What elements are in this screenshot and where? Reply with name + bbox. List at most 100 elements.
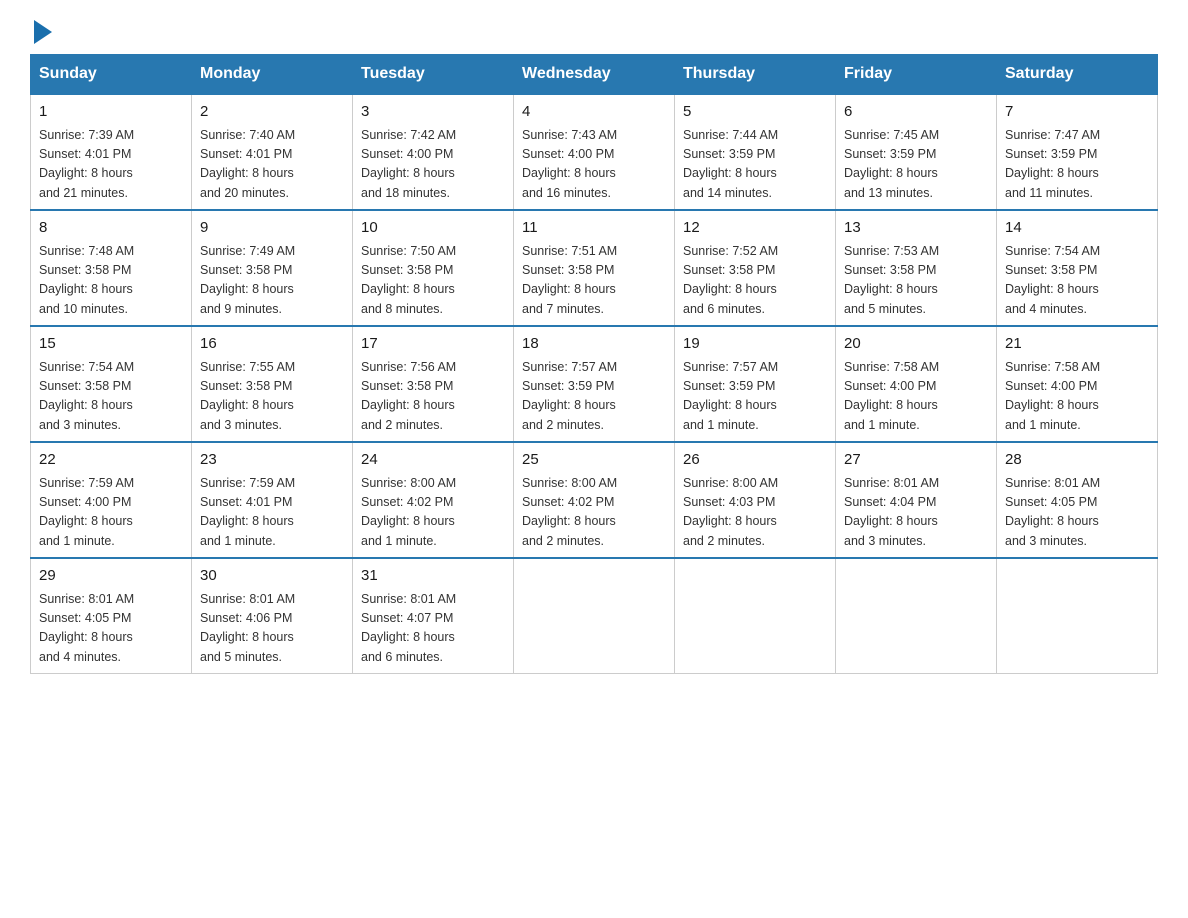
- day-cell: 1 Sunrise: 7:39 AMSunset: 4:01 PMDaylight…: [31, 94, 192, 210]
- day-number: 17: [361, 333, 505, 356]
- day-number: 25: [522, 449, 666, 472]
- day-cell: 2 Sunrise: 7:40 AMSunset: 4:01 PMDaylight…: [192, 94, 353, 210]
- day-info: Sunrise: 7:54 AMSunset: 3:58 PMDaylight:…: [39, 360, 134, 432]
- day-cell: 19 Sunrise: 7:57 AMSunset: 3:59 PMDayligh…: [675, 326, 836, 442]
- day-info: Sunrise: 7:57 AMSunset: 3:59 PMDaylight:…: [683, 360, 778, 432]
- day-info: Sunrise: 7:49 AMSunset: 3:58 PMDaylight:…: [200, 244, 295, 316]
- day-cell: 16 Sunrise: 7:55 AMSunset: 3:58 PMDayligh…: [192, 326, 353, 442]
- day-cell: 17 Sunrise: 7:56 AMSunset: 3:58 PMDayligh…: [353, 326, 514, 442]
- day-cell: 18Sunrise: 7:57 AMSunset: 3:59 PMDayligh…: [514, 326, 675, 442]
- day-info: Sunrise: 7:59 AMSunset: 4:01 PMDaylight:…: [200, 476, 295, 548]
- logo-arrow-icon: [34, 20, 52, 44]
- day-info: Sunrise: 8:00 AMSunset: 4:02 PMDaylight:…: [361, 476, 456, 548]
- day-cell: [997, 558, 1158, 674]
- day-info: Sunrise: 8:00 AMSunset: 4:03 PMDaylight:…: [683, 476, 778, 548]
- day-info: Sunrise: 7:47 AMSunset: 3:59 PMDaylight:…: [1005, 128, 1100, 200]
- header-cell-thursday: Thursday: [675, 55, 836, 95]
- day-info: Sunrise: 7:53 AMSunset: 3:58 PMDaylight:…: [844, 244, 939, 316]
- day-info: Sunrise: 8:01 AMSunset: 4:05 PMDaylight:…: [1005, 476, 1100, 548]
- day-cell: 28 Sunrise: 8:01 AMSunset: 4:05 PMDayligh…: [997, 442, 1158, 558]
- day-cell: [675, 558, 836, 674]
- day-info: Sunrise: 7:54 AMSunset: 3:58 PMDaylight:…: [1005, 244, 1100, 316]
- day-number: 22: [39, 449, 183, 472]
- day-cell: 29 Sunrise: 8:01 AMSunset: 4:05 PMDayligh…: [31, 558, 192, 674]
- day-info: Sunrise: 7:40 AMSunset: 4:01 PMDaylight:…: [200, 128, 295, 200]
- day-cell: 11 Sunrise: 7:51 AMSunset: 3:58 PMDayligh…: [514, 210, 675, 326]
- day-number: 27: [844, 449, 988, 472]
- day-info: Sunrise: 7:55 AMSunset: 3:58 PMDaylight:…: [200, 360, 295, 432]
- day-number: 2: [200, 101, 344, 124]
- day-info: Sunrise: 7:58 AMSunset: 4:00 PMDaylight:…: [844, 360, 939, 432]
- day-info: Sunrise: 7:58 AMSunset: 4:00 PMDaylight:…: [1005, 360, 1100, 432]
- logo: [30, 20, 52, 44]
- day-number: 19: [683, 333, 827, 356]
- day-cell: 22Sunrise: 7:59 AMSunset: 4:00 PMDayligh…: [31, 442, 192, 558]
- day-cell: 21 Sunrise: 7:58 AMSunset: 4:00 PMDayligh…: [997, 326, 1158, 442]
- day-cell: 3Sunrise: 7:42 AMSunset: 4:00 PMDaylight…: [353, 94, 514, 210]
- day-number: 15: [39, 333, 183, 356]
- header-row: SundayMondayTuesdayWednesdayThursdayFrid…: [31, 55, 1158, 95]
- day-info: Sunrise: 7:44 AMSunset: 3:59 PMDaylight:…: [683, 128, 778, 200]
- day-number: 4: [522, 101, 666, 124]
- day-info: Sunrise: 8:01 AMSunset: 4:06 PMDaylight:…: [200, 592, 295, 664]
- header-cell-saturday: Saturday: [997, 55, 1158, 95]
- day-number: 9: [200, 217, 344, 240]
- day-cell: 13Sunrise: 7:53 AMSunset: 3:58 PMDayligh…: [836, 210, 997, 326]
- day-number: 1: [39, 101, 183, 124]
- day-info: Sunrise: 7:51 AMSunset: 3:58 PMDaylight:…: [522, 244, 617, 316]
- day-number: 30: [200, 565, 344, 588]
- day-number: 31: [361, 565, 505, 588]
- day-number: 23: [200, 449, 344, 472]
- day-cell: 9 Sunrise: 7:49 AMSunset: 3:58 PMDaylight…: [192, 210, 353, 326]
- day-number: 11: [522, 217, 666, 240]
- day-number: 16: [200, 333, 344, 356]
- day-cell: 27 Sunrise: 8:01 AMSunset: 4:04 PMDayligh…: [836, 442, 997, 558]
- day-number: 21: [1005, 333, 1149, 356]
- week-row-4: 22Sunrise: 7:59 AMSunset: 4:00 PMDayligh…: [31, 442, 1158, 558]
- week-row-3: 15 Sunrise: 7:54 AMSunset: 3:58 PMDayligh…: [31, 326, 1158, 442]
- day-cell: 24 Sunrise: 8:00 AMSunset: 4:02 PMDayligh…: [353, 442, 514, 558]
- week-row-5: 29 Sunrise: 8:01 AMSunset: 4:05 PMDayligh…: [31, 558, 1158, 674]
- day-number: 3: [361, 101, 505, 124]
- day-cell: [836, 558, 997, 674]
- day-number: 26: [683, 449, 827, 472]
- day-info: Sunrise: 8:01 AMSunset: 4:05 PMDaylight:…: [39, 592, 134, 664]
- week-row-2: 8 Sunrise: 7:48 AMSunset: 3:58 PMDaylight…: [31, 210, 1158, 326]
- header-cell-wednesday: Wednesday: [514, 55, 675, 95]
- day-number: 14: [1005, 217, 1149, 240]
- day-cell: 7Sunrise: 7:47 AMSunset: 3:59 PMDaylight…: [997, 94, 1158, 210]
- day-info: Sunrise: 7:45 AMSunset: 3:59 PMDaylight:…: [844, 128, 939, 200]
- day-info: Sunrise: 8:01 AMSunset: 4:07 PMDaylight:…: [361, 592, 456, 664]
- day-cell: 20 Sunrise: 7:58 AMSunset: 4:00 PMDayligh…: [836, 326, 997, 442]
- day-number: 5: [683, 101, 827, 124]
- day-cell: 25Sunrise: 8:00 AMSunset: 4:02 PMDayligh…: [514, 442, 675, 558]
- week-row-1: 1 Sunrise: 7:39 AMSunset: 4:01 PMDaylight…: [31, 94, 1158, 210]
- day-info: Sunrise: 7:56 AMSunset: 3:58 PMDaylight:…: [361, 360, 456, 432]
- day-number: 6: [844, 101, 988, 124]
- page-header: [30, 20, 1158, 44]
- day-cell: 4Sunrise: 7:43 AMSunset: 4:00 PMDaylight…: [514, 94, 675, 210]
- day-info: Sunrise: 7:48 AMSunset: 3:58 PMDaylight:…: [39, 244, 134, 316]
- day-number: 28: [1005, 449, 1149, 472]
- day-cell: 12Sunrise: 7:52 AMSunset: 3:58 PMDayligh…: [675, 210, 836, 326]
- day-cell: 23 Sunrise: 7:59 AMSunset: 4:01 PMDayligh…: [192, 442, 353, 558]
- header-cell-tuesday: Tuesday: [353, 55, 514, 95]
- day-info: Sunrise: 7:39 AMSunset: 4:01 PMDaylight:…: [39, 128, 134, 200]
- day-number: 20: [844, 333, 988, 356]
- day-cell: 15 Sunrise: 7:54 AMSunset: 3:58 PMDayligh…: [31, 326, 192, 442]
- day-info: Sunrise: 8:01 AMSunset: 4:04 PMDaylight:…: [844, 476, 939, 548]
- day-cell: [514, 558, 675, 674]
- calendar-table: SundayMondayTuesdayWednesdayThursdayFrid…: [30, 54, 1158, 674]
- day-number: 8: [39, 217, 183, 240]
- day-number: 24: [361, 449, 505, 472]
- day-number: 29: [39, 565, 183, 588]
- header-cell-sunday: Sunday: [31, 55, 192, 95]
- day-cell: 5 Sunrise: 7:44 AMSunset: 3:59 PMDaylight…: [675, 94, 836, 210]
- header-cell-friday: Friday: [836, 55, 997, 95]
- day-cell: 30 Sunrise: 8:01 AMSunset: 4:06 PMDayligh…: [192, 558, 353, 674]
- day-cell: 6 Sunrise: 7:45 AMSunset: 3:59 PMDaylight…: [836, 94, 997, 210]
- day-info: Sunrise: 7:57 AMSunset: 3:59 PMDaylight:…: [522, 360, 617, 432]
- day-cell: 14 Sunrise: 7:54 AMSunset: 3:58 PMDayligh…: [997, 210, 1158, 326]
- day-number: 12: [683, 217, 827, 240]
- day-cell: 10Sunrise: 7:50 AMSunset: 3:58 PMDayligh…: [353, 210, 514, 326]
